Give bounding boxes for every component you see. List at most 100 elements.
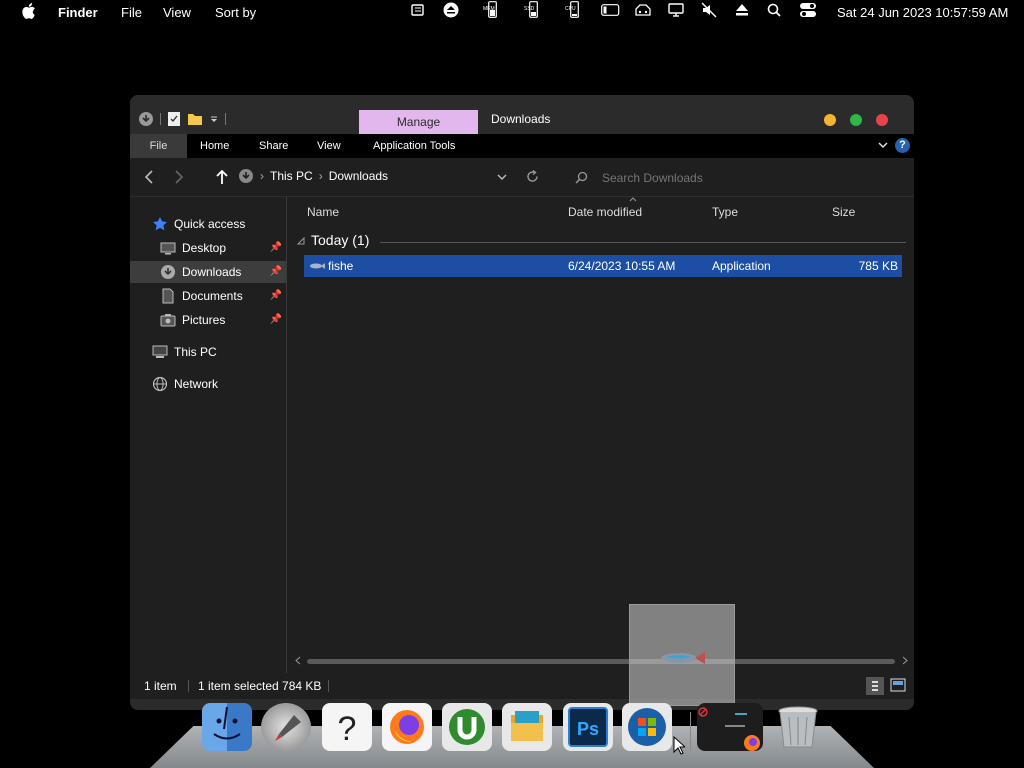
apple-logo-icon[interactable] xyxy=(22,3,36,19)
download-icon[interactable] xyxy=(138,111,154,127)
navigation-bar: › This PC › Downloads xyxy=(130,158,914,197)
photoshop-icon[interactable]: Ps xyxy=(563,703,613,751)
separator xyxy=(225,113,226,125)
menu-view[interactable]: View xyxy=(163,5,191,20)
trash-icon[interactable] xyxy=(773,703,823,751)
launchpad-icon[interactable] xyxy=(261,703,311,751)
tab-view[interactable]: View xyxy=(317,134,341,158)
clock[interactable]: Sat 24 Jun 2023 10:57:59 AM xyxy=(837,5,1008,20)
file-date: 6/24/2023 10:55 AM xyxy=(568,259,676,273)
horizontal-scrollbar[interactable] xyxy=(307,659,895,664)
app-name[interactable]: Finder xyxy=(58,5,98,20)
group-divider xyxy=(380,242,906,243)
customize-dropdown-icon[interactable] xyxy=(209,114,219,124)
ribbon-expand-icon[interactable] xyxy=(878,142,888,149)
folder-app-icon[interactable] xyxy=(502,703,552,751)
windows-icon[interactable] xyxy=(622,703,672,751)
help-icon[interactable]: ? xyxy=(322,703,372,751)
sidebar-item-label: This PC xyxy=(174,345,217,359)
scroll-right-icon[interactable] xyxy=(902,656,908,665)
title-bar: Manage Downloads xyxy=(130,95,914,134)
menu-file[interactable]: File xyxy=(121,5,142,20)
svg-text:?: ? xyxy=(338,710,357,748)
sidebar-item-downloads[interactable]: Downloads 📌 xyxy=(130,261,286,283)
breadcrumb-separator: › xyxy=(260,169,264,183)
sort-indicator-icon xyxy=(629,197,637,202)
breadcrumb-downloads[interactable]: Downloads xyxy=(329,169,388,183)
address-dropdown-icon[interactable] xyxy=(497,174,507,181)
breadcrumb[interactable]: › This PC › Downloads xyxy=(238,168,388,184)
battery-icon[interactable] xyxy=(600,0,622,19)
sidebar-item-this-pc[interactable]: This PC xyxy=(152,341,217,363)
utorrent-icon[interactable] xyxy=(442,703,492,751)
window-title: Downloads xyxy=(491,112,551,126)
pictures-icon xyxy=(160,314,176,327)
network-icon xyxy=(152,376,168,392)
cpu-icon[interactable]: CPU xyxy=(559,0,585,19)
pin-icon[interactable]: 📌 xyxy=(270,290,282,301)
back-icon[interactable] xyxy=(144,170,154,184)
close-button[interactable] xyxy=(876,114,888,126)
pin-icon[interactable]: 📌 xyxy=(270,266,282,277)
sidebar-item-quick-access[interactable]: Quick access xyxy=(152,213,245,235)
file-type: Application xyxy=(712,259,771,273)
explorer-window: Manage Downloads File Home Share View Ap… xyxy=(130,95,914,710)
large-icons-view-icon[interactable] xyxy=(890,678,906,692)
breadcrumb-this-pc[interactable]: This PC xyxy=(270,169,313,183)
up-icon[interactable] xyxy=(216,169,228,185)
forward-icon[interactable] xyxy=(174,170,184,184)
search-field-icon xyxy=(575,171,588,184)
column-name[interactable]: Name xyxy=(307,205,339,219)
display-icon[interactable] xyxy=(667,0,685,19)
sidebar-item-pictures[interactable]: Pictures 📌 xyxy=(130,309,286,331)
downloads-location-icon xyxy=(239,169,253,183)
notes-icon[interactable] xyxy=(409,0,427,19)
scroll-left-icon[interactable] xyxy=(295,656,301,665)
ssd-icon[interactable]: SSD xyxy=(518,0,544,19)
tab-application-tools[interactable]: Application Tools xyxy=(373,134,455,158)
new-folder-icon[interactable] xyxy=(187,112,203,126)
group-collapse-icon[interactable] xyxy=(297,237,305,245)
column-date-modified[interactable]: Date modified xyxy=(568,205,642,219)
tab-file[interactable]: File xyxy=(130,134,187,158)
column-size[interactable]: Size xyxy=(832,205,855,219)
group-header[interactable]: Today (1) xyxy=(311,232,369,248)
refresh-icon[interactable] xyxy=(526,170,539,183)
table-row[interactable]: fishe 6/24/2023 10:55 AM Application 785… xyxy=(304,255,902,277)
memory-icon[interactable]: MEM xyxy=(477,0,503,19)
firefox-icon[interactable] xyxy=(382,703,432,751)
separator xyxy=(160,113,161,125)
search-icon[interactable] xyxy=(765,0,783,19)
finder-icon[interactable] xyxy=(202,703,252,751)
sidebar-item-label: Pictures xyxy=(182,313,226,327)
control-center-icon[interactable] xyxy=(798,0,818,19)
sidebar-item-desktop[interactable]: Desktop 📌 xyxy=(130,237,286,259)
navigation-pane: Quick access Desktop 📌 Downloads 📌 Docum… xyxy=(130,197,287,673)
sidebar-item-documents[interactable]: Documents 📌 xyxy=(130,285,286,307)
terminal-preview-icon[interactable] xyxy=(697,703,763,751)
mute-icon[interactable] xyxy=(700,0,718,19)
search-input[interactable] xyxy=(600,169,904,187)
menu-sort-by[interactable]: Sort by xyxy=(215,5,256,20)
details-view-button[interactable] xyxy=(866,677,884,695)
fish-app-icon xyxy=(310,263,325,269)
file-list: Name Date modified Type Size Today (1) f… xyxy=(287,197,914,673)
tab-share[interactable]: Share xyxy=(259,134,288,158)
help-icon[interactable]: ? xyxy=(895,138,910,153)
manage-tab[interactable]: Manage xyxy=(359,110,478,134)
drag-preview xyxy=(629,604,735,706)
computer-icon xyxy=(152,345,168,358)
tab-home[interactable]: Home xyxy=(200,134,229,158)
pin-icon[interactable]: 📌 xyxy=(270,242,282,253)
sidebar-item-network[interactable]: Network xyxy=(152,373,218,395)
minimize-button[interactable] xyxy=(824,114,836,126)
sidebar-item-label: Downloads xyxy=(182,265,242,279)
maximize-button[interactable] xyxy=(850,114,862,126)
eject-icon[interactable] xyxy=(733,0,751,19)
eject-circle-icon[interactable] xyxy=(442,0,460,19)
pin-icon[interactable]: 📌 xyxy=(270,314,282,325)
star-icon xyxy=(153,217,167,231)
properties-icon[interactable] xyxy=(167,111,181,127)
wifi-icon[interactable] xyxy=(633,0,653,19)
column-type[interactable]: Type xyxy=(712,205,738,219)
